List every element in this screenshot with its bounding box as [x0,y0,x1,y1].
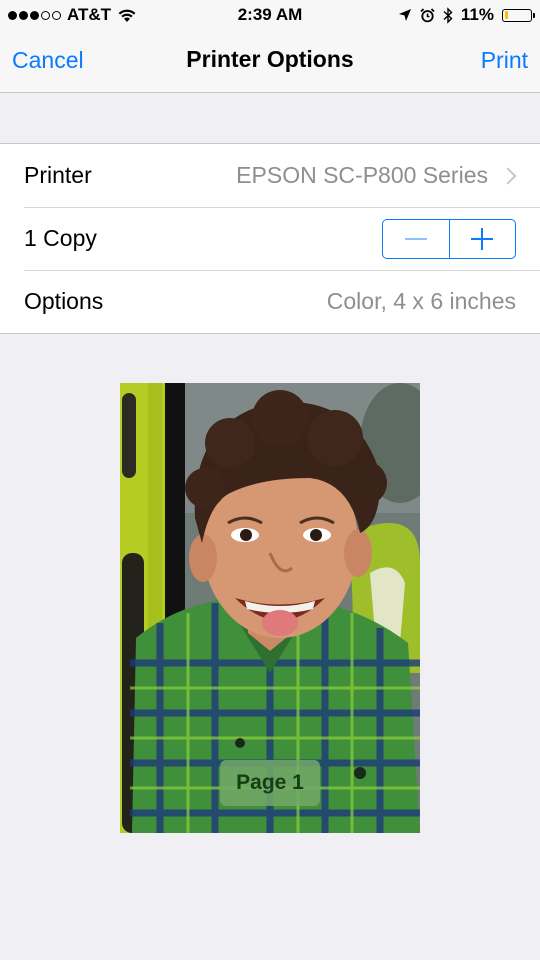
options-value: Color, 4 x 6 inches [326,288,516,314]
page-number-badge: Page 1 [220,760,320,806]
printer-value: EPSON SC-P800 Series [236,162,488,188]
options-label: Options [24,288,104,314]
options-row[interactable]: Options Color, 4 x 6 inches [0,270,540,333]
decrement-button[interactable] [383,220,449,258]
battery-icon [502,8,535,22]
plus-icon-vertical [481,227,484,250]
printer-row[interactable]: Printer EPSON SC-P800 Series [0,144,540,207]
battery-percent: 11% [460,5,494,24]
bluetooth-icon [443,6,453,24]
battery-fill [504,11,508,19]
status-right: 11% [398,5,535,25]
print-preview-page[interactable]: Page 1 [120,383,420,833]
printer-label: Printer [24,162,92,188]
location-icon [398,9,411,21]
increment-button[interactable] [448,219,516,258]
copies-row: 1 Copy [0,207,540,270]
navigation-bar: Cancel Printer Options Print [0,30,540,93]
copies-stepper[interactable] [382,218,516,259]
battery-nub [533,12,535,18]
print-button[interactable]: Print [481,47,528,74]
status-bar: AT&T 2:39 AM 11% [0,0,540,30]
minus-icon [404,237,427,240]
copies-label: 1 Copy [24,225,97,251]
alarm-icon [420,7,435,22]
chevron-right-icon [499,167,517,184]
page-title: Printer Options [186,46,354,72]
printer-settings-list: Printer EPSON SC-P800 Series 1 Copy Opti… [0,143,540,334]
